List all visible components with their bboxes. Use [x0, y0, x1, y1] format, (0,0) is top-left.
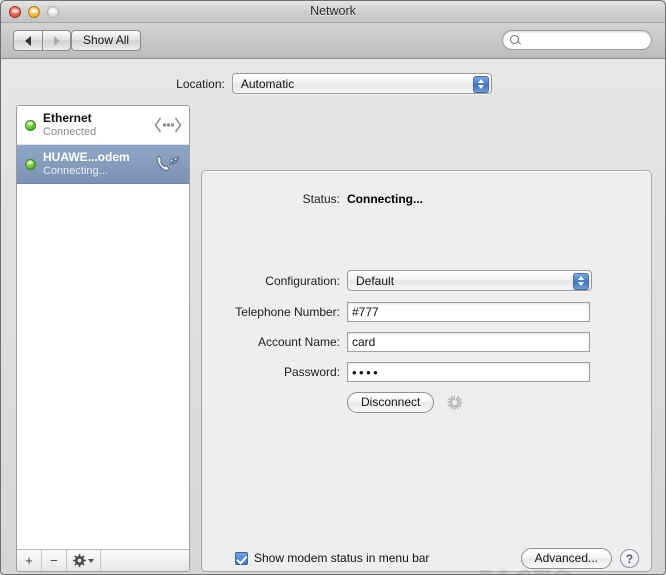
show-modem-status-row[interactable]: Show modem status in menu bar — [235, 551, 429, 565]
status-row: Status: Connecting... — [202, 192, 423, 206]
sidebar-item-huawei-modem[interactable]: HUAWE...odem Connecting... — [17, 145, 189, 184]
toolbar: Show All — [1, 23, 665, 59]
configuration-stepper-icon — [573, 272, 589, 290]
connect-action-row: Disconnect — [347, 392, 462, 413]
modem-phone-icon — [153, 151, 183, 177]
search-input[interactable] — [524, 33, 644, 47]
spinner-icon — [446, 395, 462, 411]
show-modem-status-label: Show modem status in menu bar — [254, 551, 430, 565]
service-status: Connected — [43, 125, 97, 138]
configuration-value: Default — [356, 273, 395, 288]
title-bar: Network — [1, 1, 665, 23]
sidebar-item-ethernet[interactable]: Ethernet Connected — [17, 106, 189, 145]
show-all-button[interactable]: Show All — [71, 30, 142, 51]
remove-service-button[interactable]: − — [42, 550, 67, 571]
configuration-label: Configuration: — [265, 273, 340, 288]
account-label: Account Name: — [257, 335, 340, 349]
show-modem-status-checkbox[interactable] — [235, 551, 248, 565]
location-row: Location: Automatic — [1, 73, 665, 94]
password-label: Password: — [283, 365, 340, 379]
window-title: Network — [310, 4, 356, 18]
configuration-popup-button[interactable]: Default — [347, 270, 592, 291]
services-list: Ethernet Connected HUAWE...odem Connecti… — [17, 106, 189, 549]
back-button[interactable] — [13, 30, 42, 51]
service-status: Connecting... — [43, 164, 108, 177]
forward-arrow-icon — [53, 35, 60, 46]
configuration-row: Configuration: Default — [202, 270, 592, 291]
services-sidebar: Ethernet Connected HUAWE...odem Connecti… — [16, 105, 190, 572]
disconnect-button[interactable]: Disconnect — [347, 392, 435, 413]
account-name-input[interactable] — [347, 332, 590, 352]
panel-actions: Advanced... ? — [520, 548, 639, 569]
password-row: Password: •••• — [202, 362, 590, 382]
status-led-green — [25, 158, 36, 170]
telephone-row: Telephone Number: — [202, 302, 590, 322]
content-area: Location: Automatic Ethernet Connected H… — [1, 59, 665, 574]
telephone-label: Telephone Number: — [235, 305, 340, 319]
gear-icon — [73, 554, 86, 567]
service-name: Ethernet — [43, 110, 92, 125]
location-stepper-icon — [472, 75, 489, 93]
chevron-down-icon — [88, 558, 94, 563]
service-name: HUAWE...odem — [43, 149, 130, 164]
status-value: Connecting... — [347, 192, 423, 206]
location-label: Location: — [176, 76, 225, 91]
password-input[interactable]: •••• — [347, 362, 590, 382]
advanced-button[interactable]: Advanced... — [520, 548, 612, 569]
forward-button — [42, 30, 71, 51]
status-label: Status: — [302, 192, 340, 206]
service-detail-panel: Status: Connecting... Configuration: Def… — [201, 170, 652, 572]
search-icon — [510, 34, 521, 46]
telephone-input[interactable] — [347, 302, 590, 322]
navigation-buttons — [13, 30, 71, 51]
ethernet-icon — [153, 112, 183, 138]
add-service-button[interactable]: + — [17, 550, 42, 571]
account-row: Account Name: — [202, 332, 590, 352]
network-preferences-window: Network Show All Location: Automatic Eth… — [0, 0, 666, 575]
search-field[interactable] — [502, 30, 652, 50]
location-value: Automatic — [240, 76, 295, 91]
service-actions-menu-button[interactable] — [67, 550, 101, 571]
location-popup-button[interactable]: Automatic — [231, 73, 492, 94]
sidebar-footer: + − — [17, 549, 189, 571]
sidebar-footer-filler — [101, 550, 189, 571]
status-led-green — [25, 119, 36, 131]
back-arrow-icon — [25, 35, 31, 46]
help-button[interactable]: ? — [620, 549, 639, 568]
